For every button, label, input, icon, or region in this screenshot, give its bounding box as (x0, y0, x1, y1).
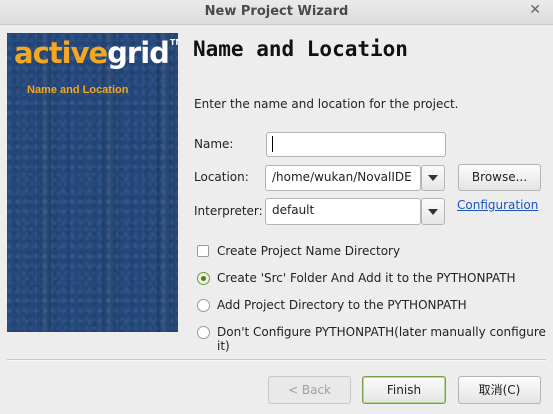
create-project-dir-label: Create Project Name Directory (217, 244, 401, 258)
close-icon[interactable]: ✕ (529, 2, 541, 18)
name-input[interactable] (266, 132, 446, 157)
location-label: Location: (194, 170, 249, 184)
interpreter-dropdown-button[interactable] (421, 198, 445, 225)
chevron-down-icon (428, 175, 438, 181)
configuration-link[interactable]: Configuration (457, 198, 538, 212)
footer-separator (7, 359, 546, 361)
create-project-dir-checkbox[interactable] (197, 245, 209, 257)
interpreter-label: Interpreter: (194, 204, 263, 218)
name-label: Name: (194, 137, 234, 151)
title-bar: New Project Wizard ✕ (0, 0, 553, 25)
browse-button[interactable]: Browse... (458, 164, 541, 191)
chevron-down-icon (428, 208, 438, 215)
page-title: Name and Location (193, 37, 408, 61)
instruction-text: Enter the name and location for the proj… (194, 97, 459, 111)
location-dropdown-button[interactable] (421, 165, 445, 191)
cancel-button[interactable]: 取消(C) (458, 376, 541, 404)
radio-project-dir[interactable] (197, 299, 210, 312)
radio-no-configure-label: Don't Configure PYTHONPATH(later manuall… (217, 325, 546, 353)
interpreter-combo[interactable]: default (265, 198, 421, 225)
sidebar-step-name-location: Name and Location (27, 84, 129, 96)
radio-src-folder[interactable] (197, 272, 210, 285)
wizard-window: New Project Wizard ✕ activegridTM Name a… (0, 0, 553, 414)
radio-no-configure[interactable] (197, 326, 210, 339)
finish-button[interactable]: Finish (362, 376, 446, 404)
text-caret (272, 136, 273, 152)
radio-project-dir-label: Add Project Directory to the PYTHONPATH (217, 298, 467, 312)
radio-src-folder-label: Create 'Src' Folder And Add it to the PY… (217, 271, 516, 285)
wizard-sidebar: activegridTM Name and Location (7, 33, 178, 332)
back-button[interactable]: < Back (268, 376, 351, 404)
window-title: New Project Wizard (204, 4, 349, 19)
activegrid-logo: activegridTM (14, 36, 178, 70)
location-combo[interactable]: /home/wukan/NovalIDE (265, 165, 421, 191)
